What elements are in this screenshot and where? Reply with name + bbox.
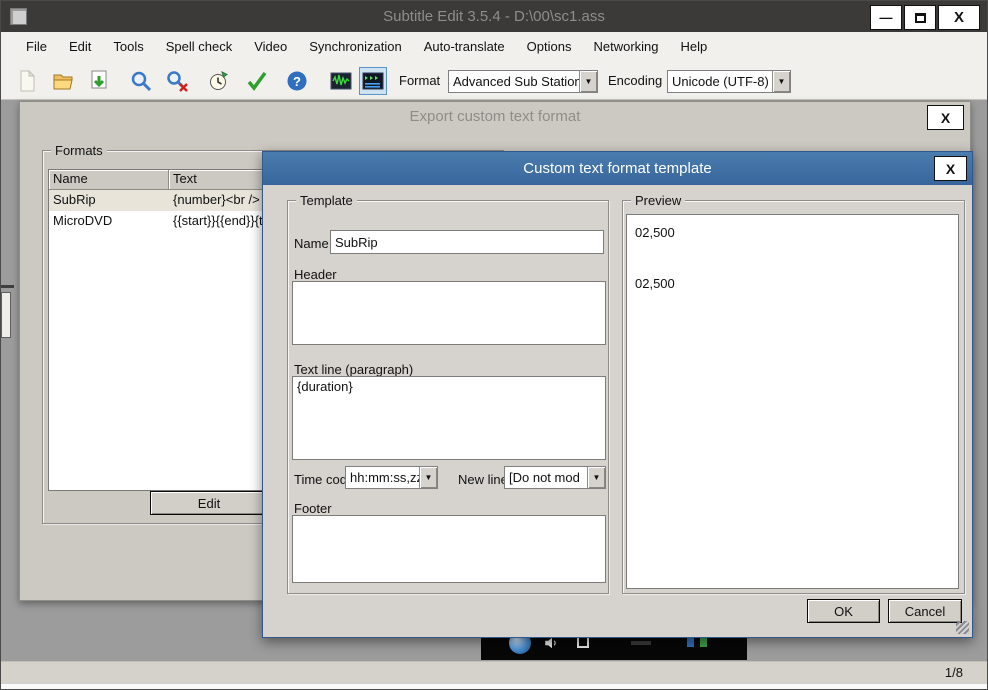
newline-label: New line [458, 472, 508, 487]
page-indicator: 1/8 [944, 665, 963, 680]
save-icon [91, 70, 107, 89]
menu-spell-check[interactable]: Spell check [155, 32, 243, 62]
find-button[interactable] [127, 67, 155, 95]
cancel-button-label: Cancel [904, 603, 946, 619]
footer-label: Footer [294, 501, 332, 516]
edit-button-label: Edit [197, 495, 221, 511]
dropdown-arrow-icon: ▼ [419, 467, 437, 488]
preview-line: 02,500 [635, 225, 675, 240]
preview-panel: 02,500 02,500 [626, 214, 959, 589]
encoding-select[interactable]: Unicode (UTF-8) ▼ [667, 70, 791, 93]
visual-sync-icon [210, 71, 228, 90]
name-label: Name [294, 236, 329, 251]
encoding-label: Encoding [608, 73, 663, 88]
save-button[interactable] [85, 67, 113, 95]
menu-video[interactable]: Video [243, 32, 298, 62]
export-dialog-close-button[interactable]: X [927, 105, 964, 130]
close-icon: X [953, 9, 964, 26]
menu-tools[interactable]: Tools [102, 32, 154, 62]
menu-synchronization[interactable]: Synchronization [298, 32, 413, 62]
window-title: Subtitle Edit 3.5.4 - D:\00\sc1.ass [383, 8, 605, 25]
waveform-toggle-button[interactable] [327, 67, 355, 95]
waveform-toggle-icon [330, 72, 352, 90]
format-select[interactable]: Advanced Sub Station ▼ [448, 70, 598, 93]
spell-check-button[interactable] [243, 67, 271, 95]
header-label: Header [294, 267, 337, 282]
preview-group-label: Preview [631, 193, 686, 208]
custom-text-format-template-dialog: Custom text format template X Template N… [262, 151, 973, 638]
help-button[interactable]: ? [283, 67, 311, 95]
video-list-toggle-icon [362, 72, 384, 90]
format-label: Format [399, 73, 441, 88]
new-file-button[interactable] [13, 67, 41, 95]
ok-button[interactable]: OK [807, 599, 880, 623]
template-dialog-close-button[interactable]: X [934, 156, 967, 181]
timeline-mark [631, 641, 651, 645]
ok-button-label: OK [834, 603, 853, 619]
paragraph-textarea[interactable]: {duration} [292, 376, 606, 460]
column-header-name[interactable]: Name [49, 170, 169, 190]
dropdown-arrow-icon: ▼ [587, 467, 605, 488]
cell-name: MicroDVD [53, 213, 113, 228]
menu-networking[interactable]: Networking [582, 32, 669, 62]
menu-help[interactable]: Help [670, 32, 719, 62]
titlebar[interactable]: Subtitle Edit 3.5.4 - D:\00\sc1.ass — X [1, 1, 987, 32]
menu-bar: File Edit Tools Spell check Video Synchr… [1, 32, 987, 62]
svg-text:?: ? [293, 74, 301, 89]
edit-button[interactable]: Edit [150, 491, 268, 515]
export-dialog-title: Export custom text format [409, 108, 581, 125]
paragraph-label: Text line (paragraph) [294, 362, 414, 377]
visual-sync-button[interactable] [205, 67, 233, 95]
cell-name: SubRip [53, 192, 96, 207]
close-icon: X [940, 109, 951, 126]
app-window: Subtitle Edit 3.5.4 - D:\00\sc1.ass — X … [0, 0, 988, 690]
header-textarea[interactable] [292, 281, 606, 345]
toolbar: ? Format Advanced Sub Station ▼ Encoding… [1, 62, 987, 100]
menu-edit[interactable]: Edit [58, 32, 102, 62]
dropdown-arrow-icon: ▼ [772, 71, 790, 92]
resize-grip[interactable] [956, 621, 969, 634]
name-input[interactable] [330, 230, 604, 254]
help-icon: ? [287, 71, 307, 91]
spell-check-icon [247, 71, 267, 91]
splitter-handle[interactable] [1, 292, 11, 338]
find-icon [131, 71, 152, 92]
timecode-select-value: hh:mm:ss,zz [350, 470, 419, 485]
cancel-button[interactable]: Cancel [888, 599, 962, 623]
video-indicator-blue [687, 638, 694, 647]
preview-line: 02,500 [635, 276, 675, 291]
close-window-button[interactable]: X [938, 5, 980, 30]
maximize-icon [914, 12, 926, 23]
minimize-icon: — [879, 10, 893, 25]
new-file-icon [20, 69, 36, 92]
menu-file[interactable]: File [15, 32, 58, 62]
replace-icon [167, 71, 188, 92]
close-icon: X [945, 160, 956, 177]
preview-groupbox: Preview 02,500 02,500 [622, 193, 965, 594]
newline-select-value: [Do not mod [509, 470, 580, 485]
timecode-select[interactable]: hh:mm:ss,zz ▼ [345, 466, 438, 489]
open-file-button[interactable] [49, 67, 77, 95]
video-indicator-green [700, 638, 707, 647]
newline-select[interactable]: [Do not mod ▼ [504, 466, 606, 489]
encoding-select-value: Unicode (UTF-8) [672, 74, 769, 89]
template-group-label: Template [296, 193, 357, 208]
format-select-value: Advanced Sub Station [453, 74, 579, 89]
video-list-toggle-button[interactable] [359, 67, 387, 95]
menu-options[interactable]: Options [516, 32, 583, 62]
dropdown-arrow-icon: ▼ [579, 71, 597, 92]
maximize-button[interactable] [904, 5, 936, 30]
replace-button[interactable] [163, 67, 191, 95]
status-band: 1/8 [1, 661, 987, 683]
minimize-button[interactable]: — [870, 5, 902, 30]
footer-textarea[interactable] [292, 515, 606, 583]
bottom-strip [1, 683, 987, 689]
panel-collapse-dash [1, 285, 14, 288]
open-folder-icon [53, 74, 73, 90]
template-dialog-title: Custom text format template [263, 152, 972, 185]
menu-auto-translate[interactable]: Auto-translate [413, 32, 516, 62]
template-groupbox: Template Name Header Text line (paragrap… [287, 193, 609, 594]
formats-group-label: Formats [51, 143, 107, 158]
